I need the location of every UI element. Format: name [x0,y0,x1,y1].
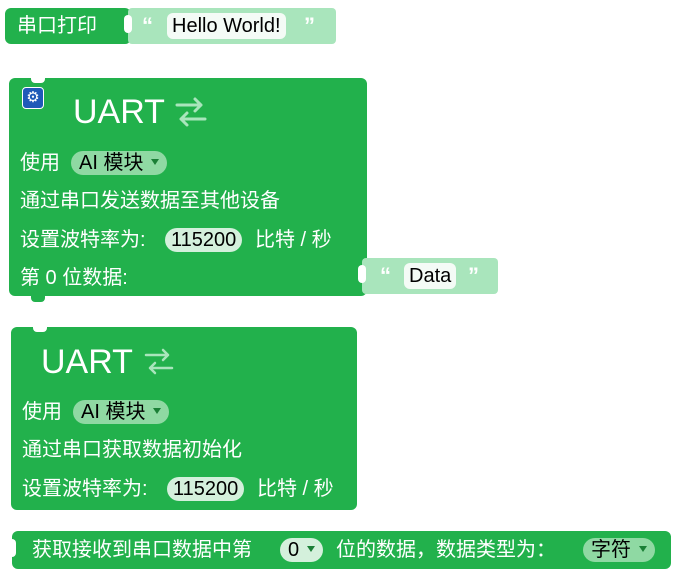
use-label: 使用 [22,401,62,423]
open-quote-icon: “ [142,13,153,38]
type-dropdown-value: 字符 [591,539,631,561]
swap-arrows-icon [175,97,207,127]
chevron-down-icon [639,545,647,552]
uart-send-block[interactable]: ⚙ UART 使用 AI 模块 通过串口发送数据至其他设备 设置波特率为: 11… [9,78,367,302]
baud-unit-label: 比特 / 秒 [255,229,332,251]
serial-print-block[interactable]: 串口打印 [5,8,131,44]
use-label: 使用 [20,152,60,174]
puzzle-connector [8,539,16,557]
block-tab [31,296,45,302]
module-dropdown-value: AI 模块 [79,152,144,174]
index-dropdown-value: 0 [288,539,300,561]
puzzle-connector [124,15,132,33]
baud-unit-label: 比特 / 秒 [257,478,334,500]
close-quote-icon: ” [304,13,315,38]
gear-icon[interactable]: ⚙ [22,87,44,109]
uart-title: UART [73,93,165,131]
chevron-down-icon [151,158,160,165]
baud-label: 设置波特率为: [20,229,146,251]
get-received-data-block[interactable]: 获取接收到串口数据中第 0 位的数据，数据类型为： 字符 [8,531,671,569]
block-notch [33,327,47,332]
uart-receive-block[interactable]: UART 使用 AI 模块 通过串口获取数据初始化 设置波特率为: 115200… [11,327,357,510]
get-data-middle: 位的数据，数据类型为： [336,539,556,561]
swap-arrows-icon [144,348,174,375]
close-quote-icon: ” [468,263,479,288]
open-quote-icon: “ [380,263,391,288]
puzzle-connector [358,265,366,283]
baud-rate-input[interactable]: 115200 [165,228,243,252]
module-dropdown[interactable]: AI 模块 [73,400,170,424]
data-text-block[interactable]: “ Data ” [358,258,498,294]
module-dropdown-value: AI 模块 [81,401,146,423]
uart-title: UART [41,343,133,381]
chevron-down-icon [307,545,316,552]
receive-description: 通过串口获取数据初始化 [22,439,242,461]
get-data-prefix: 获取接收到串口数据中第 [32,539,252,561]
serial-print-label: 串口打印 [17,15,97,37]
data-text-field[interactable]: Data [404,263,457,289]
type-dropdown[interactable]: 字符 [583,538,655,562]
module-dropdown[interactable]: AI 模块 [71,151,168,175]
data-index-label: 第 0 位数据: [20,267,128,289]
hello-text-field[interactable]: Hello World! [167,13,286,39]
send-description: 通过串口发送数据至其他设备 [20,190,280,212]
hello-text-block[interactable]: “ Hello World! ” [124,8,336,44]
baud-label: 设置波特率为: [22,478,148,500]
chevron-down-icon [153,407,162,414]
baud-rate-input[interactable]: 115200 [167,477,245,501]
block-notch [31,78,45,83]
index-dropdown[interactable]: 0 [280,538,324,562]
